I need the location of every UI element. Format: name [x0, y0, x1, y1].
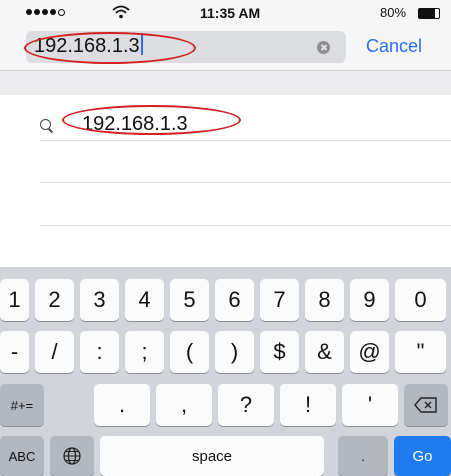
key-3[interactable]: 3 — [80, 279, 119, 321]
delete-key[interactable] — [404, 384, 448, 426]
status-bar: 11:35 AM 80% — [0, 0, 451, 26]
key-2[interactable]: 2 — [35, 279, 74, 321]
backspace-icon — [414, 397, 437, 413]
symbols-toggle-key[interactable]: #+= — [0, 384, 44, 426]
keyboard: 1 2 3 4 5 6 7 8 9 0 - / : ; ( ) $ & @ " … — [0, 267, 451, 476]
key-slash[interactable]: / — [35, 331, 74, 373]
key-ampersand[interactable]: & — [305, 331, 344, 373]
key-exclamation[interactable]: ! — [280, 384, 336, 426]
list-divider — [40, 225, 451, 226]
key-9[interactable]: 9 — [350, 279, 389, 321]
search-icon — [40, 119, 51, 130]
key-5[interactable]: 5 — [170, 279, 209, 321]
key-1[interactable]: 1 — [0, 279, 29, 321]
key-quote[interactable]: " — [395, 331, 446, 373]
key-semicolon[interactable]: ; — [125, 331, 164, 373]
key-0[interactable]: 0 — [395, 279, 446, 321]
key-comma[interactable]: , — [156, 384, 212, 426]
abc-key[interactable]: ABC — [0, 436, 44, 476]
status-time: 11:35 AM — [200, 5, 261, 21]
key-question[interactable]: ? — [218, 384, 274, 426]
key-open-paren[interactable]: ( — [170, 331, 209, 373]
go-key[interactable]: Go — [394, 436, 451, 476]
battery-percentage: 80% — [380, 5, 407, 20]
clear-text-icon[interactable] — [317, 41, 330, 54]
globe-icon — [63, 447, 81, 465]
cancel-button[interactable]: Cancel — [366, 36, 422, 57]
wifi-icon — [112, 5, 130, 19]
key-close-paren[interactable]: ) — [215, 331, 254, 373]
space-key[interactable]: space — [100, 436, 324, 476]
key-4[interactable]: 4 — [125, 279, 164, 321]
key-at[interactable]: @ — [350, 331, 389, 373]
red-annotation-ellipse — [62, 105, 241, 135]
key-hyphen[interactable]: - — [0, 331, 29, 373]
key-dollar[interactable]: $ — [260, 331, 299, 373]
key-6[interactable]: 6 — [215, 279, 254, 321]
signal-strength-icon — [26, 9, 65, 16]
key-8[interactable]: 8 — [305, 279, 344, 321]
key-period[interactable]: . — [94, 384, 150, 426]
battery-icon — [418, 8, 440, 19]
list-divider — [40, 140, 451, 141]
search-results-list: 192.168.1.3 — [0, 71, 451, 267]
key-colon[interactable]: : — [80, 331, 119, 373]
globe-key[interactable] — [50, 436, 94, 476]
period-key[interactable]: . — [338, 436, 388, 476]
results-header-band — [0, 71, 451, 95]
red-annotation-ellipse — [24, 32, 196, 64]
list-divider — [40, 182, 451, 183]
key-apostrophe[interactable]: ' — [342, 384, 398, 426]
key-7[interactable]: 7 — [260, 279, 299, 321]
